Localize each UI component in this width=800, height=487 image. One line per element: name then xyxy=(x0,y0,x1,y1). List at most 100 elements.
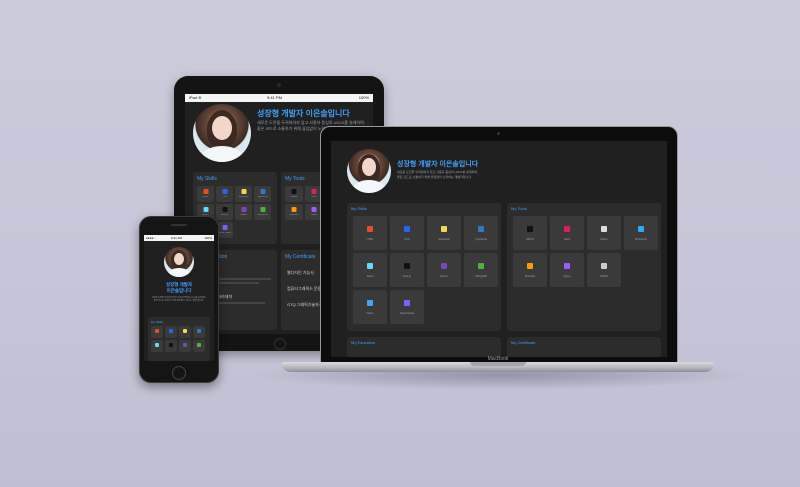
ipad-skill-logo-icon xyxy=(260,189,265,194)
mac-tool-label: Figma xyxy=(563,275,571,278)
ipad-skill-tile[interactable]: MongoDB xyxy=(254,204,271,220)
mac-skill-tile[interactable]: JavaScript xyxy=(427,216,461,250)
ipad-skill-label: JavaScript xyxy=(238,196,249,198)
ipad-tool-label: Illustrator xyxy=(289,214,299,216)
mac-tool-logo-icon xyxy=(601,263,607,269)
mac-tool-logo-icon xyxy=(601,226,607,232)
mac-skill-tile[interactable]: Redux xyxy=(427,253,461,287)
iphone-skill-tile[interactable] xyxy=(151,340,163,352)
iphone-signal: ●●●●○ xyxy=(146,236,156,240)
ipad-hero-title: 성장형 개발자 이은솔입니다 xyxy=(257,109,350,118)
iphone-skill-tile[interactable] xyxy=(165,326,177,338)
ipad-skill-tile[interactable]: JavaScript xyxy=(235,186,252,202)
mac-skills-title: My Skills xyxy=(351,206,367,211)
mac-skill-tile[interactable]: Next.js xyxy=(390,253,424,287)
mac-skill-tile[interactable]: Flutter xyxy=(353,290,387,324)
mac-skill-label: React xyxy=(366,275,374,278)
mac-skill-label: HTML xyxy=(366,238,374,241)
iphone-skill-tile[interactable] xyxy=(193,340,205,352)
ipad-skill-label: Next.js xyxy=(221,214,228,216)
mac-profile-avatar xyxy=(347,149,391,193)
mac-tool-logo-icon xyxy=(564,226,570,232)
mac-skill-logo-icon xyxy=(404,226,410,232)
mac-skill-tile[interactable]: Visual Studio xyxy=(390,290,424,324)
mac-skill-tile[interactable]: MongoDB xyxy=(464,253,498,287)
mac-tools-panel: My Tools GitHub Slack Notion Photoshop Illus… xyxy=(507,203,661,331)
mac-skill-logo-icon xyxy=(367,226,373,232)
mac-tool-logo-icon xyxy=(564,263,570,269)
macbook-lid: 성장형 개발자 이은솔입니다 새로운 도전을 두려워하지 않고 사용자 중심의 … xyxy=(320,126,678,368)
mac-skill-tile[interactable]: TypeScript xyxy=(464,216,498,250)
mac-certificate-title: My Certificate xyxy=(511,340,536,345)
ipad-skill-tile[interactable]: Next.js xyxy=(216,204,233,220)
ipad-tool-logo-icon xyxy=(291,189,297,194)
iphone-speaker xyxy=(171,224,187,226)
mac-tool-logo-icon xyxy=(638,226,644,232)
iphone-skill-tile[interactable] xyxy=(165,340,177,352)
macbook-screen[interactable]: 성장형 개발자 이은솔입니다 새로운 도전을 두려워하지 않고 사용자 중심의 … xyxy=(331,141,667,357)
iphone-skill-tile[interactable] xyxy=(193,326,205,338)
iphone-home-button[interactable] xyxy=(172,366,186,380)
mac-skill-logo-icon xyxy=(478,263,484,269)
iphone-skill-tile[interactable] xyxy=(179,326,191,338)
ipad-tool-tile[interactable]: GitHub xyxy=(285,186,303,202)
mac-education-panel: My Education xyxy=(347,337,501,357)
iphone-skill-logo-icon xyxy=(183,329,187,333)
ipad-skill-label: Redux xyxy=(240,214,247,216)
mac-hero-desc-line2: 좋은 코드로 소통하기 위해 끊임없이 노력하는 개발자입니다. xyxy=(397,175,472,179)
ipad-tool-tile[interactable]: Illustrator xyxy=(285,204,303,220)
ipad-status-bar: iPad ≋ 9:41 PM 100% xyxy=(185,94,373,102)
iphone-skill-tile[interactable] xyxy=(179,340,191,352)
mac-tool-tile[interactable]: Photoshop xyxy=(624,216,658,250)
mac-skills-panel: My Skills HTML CSS JavaScript TypeScript Rea… xyxy=(347,203,501,331)
mac-tool-tile[interactable]: Figma xyxy=(550,253,584,287)
mac-skill-tile[interactable]: CSS xyxy=(390,216,424,250)
ipad-battery: 100% xyxy=(358,95,369,100)
mac-skill-logo-icon xyxy=(367,300,373,306)
mac-skill-label: Next.js xyxy=(403,275,411,278)
ipad-skill-tile[interactable]: Redux xyxy=(235,204,252,220)
ipad-skill-tile[interactable]: HTML xyxy=(197,186,214,202)
mac-hero-desc: 새로운 도전을 두려워하지 않고 사용자 중심의 UI/UX를 설계하며, 좋은… xyxy=(397,170,527,180)
ipad-skill-tile[interactable]: TypeScript xyxy=(254,186,271,202)
ipad-home-button[interactable] xyxy=(274,338,286,350)
iphone-skill-logo-icon xyxy=(197,329,201,333)
mac-skill-label: Redux xyxy=(440,275,448,278)
iphone-skill-logo-icon xyxy=(169,329,173,333)
ipad-skill-label: MongoDB xyxy=(257,214,268,216)
ipad-tool-logo-icon xyxy=(311,207,317,212)
ipad-skill-label: TypeScript xyxy=(257,196,268,198)
ipad-cert-item-1: 웹디자인 기능사 xyxy=(287,270,314,275)
ipad-skill-logo-icon xyxy=(241,207,246,212)
mac-tool-label: Slack xyxy=(563,238,571,241)
macbook-opening-notch xyxy=(470,362,526,366)
ipad-certificate-title: My Certificate xyxy=(285,254,316,260)
mac-tool-tile[interactable]: GitHub xyxy=(587,253,621,287)
mac-tool-tile[interactable]: Notion xyxy=(587,216,621,250)
iphone-screen[interactable]: ●●●●○ 9:41 AM 100% 성장형 개발자 이은솔입니다 새로운 도전… xyxy=(144,235,214,361)
ipad-skill-label: HTML xyxy=(202,196,209,198)
ipad-skill-logo-icon xyxy=(222,225,227,230)
mac-hero-title: 성장형 개발자 이은솔입니다 xyxy=(397,161,479,168)
ipad-profile-avatar xyxy=(193,104,251,162)
mac-tool-label: Illustrator xyxy=(524,275,536,278)
ipad-skill-tile[interactable]: CSS xyxy=(216,186,233,202)
ipad-skill-logo-icon xyxy=(203,189,208,194)
mac-skill-tile[interactable]: HTML xyxy=(353,216,387,250)
macbook-camera xyxy=(497,132,500,135)
mac-tool-tile[interactable]: Slack xyxy=(550,216,584,250)
mac-tool-tile[interactable]: Illustrator xyxy=(513,253,547,287)
macbook-brand-label: MacBook xyxy=(487,356,509,362)
mac-certificate-panel: My Certificate xyxy=(507,337,661,357)
iphone-hero-desc-line2: 좋은 코드로 소통하기 위해 끊임없이 노력하는 개발자입니다. xyxy=(154,300,204,302)
ipad-skills-title: My Skills xyxy=(197,176,217,182)
ipad-skill-logo-icon xyxy=(241,189,246,194)
iphone-battery: 100% xyxy=(204,236,212,240)
mac-skill-logo-icon xyxy=(441,226,447,232)
mac-skill-label: Visual Studio xyxy=(399,312,415,315)
iphone-skill-tile[interactable] xyxy=(151,326,163,338)
ipad-carrier: iPad ≋ xyxy=(189,95,202,100)
mac-skill-tile[interactable]: React xyxy=(353,253,387,287)
mac-skill-label: JavaScript xyxy=(438,238,450,241)
mac-tool-tile[interactable]: GitHub xyxy=(513,216,547,250)
